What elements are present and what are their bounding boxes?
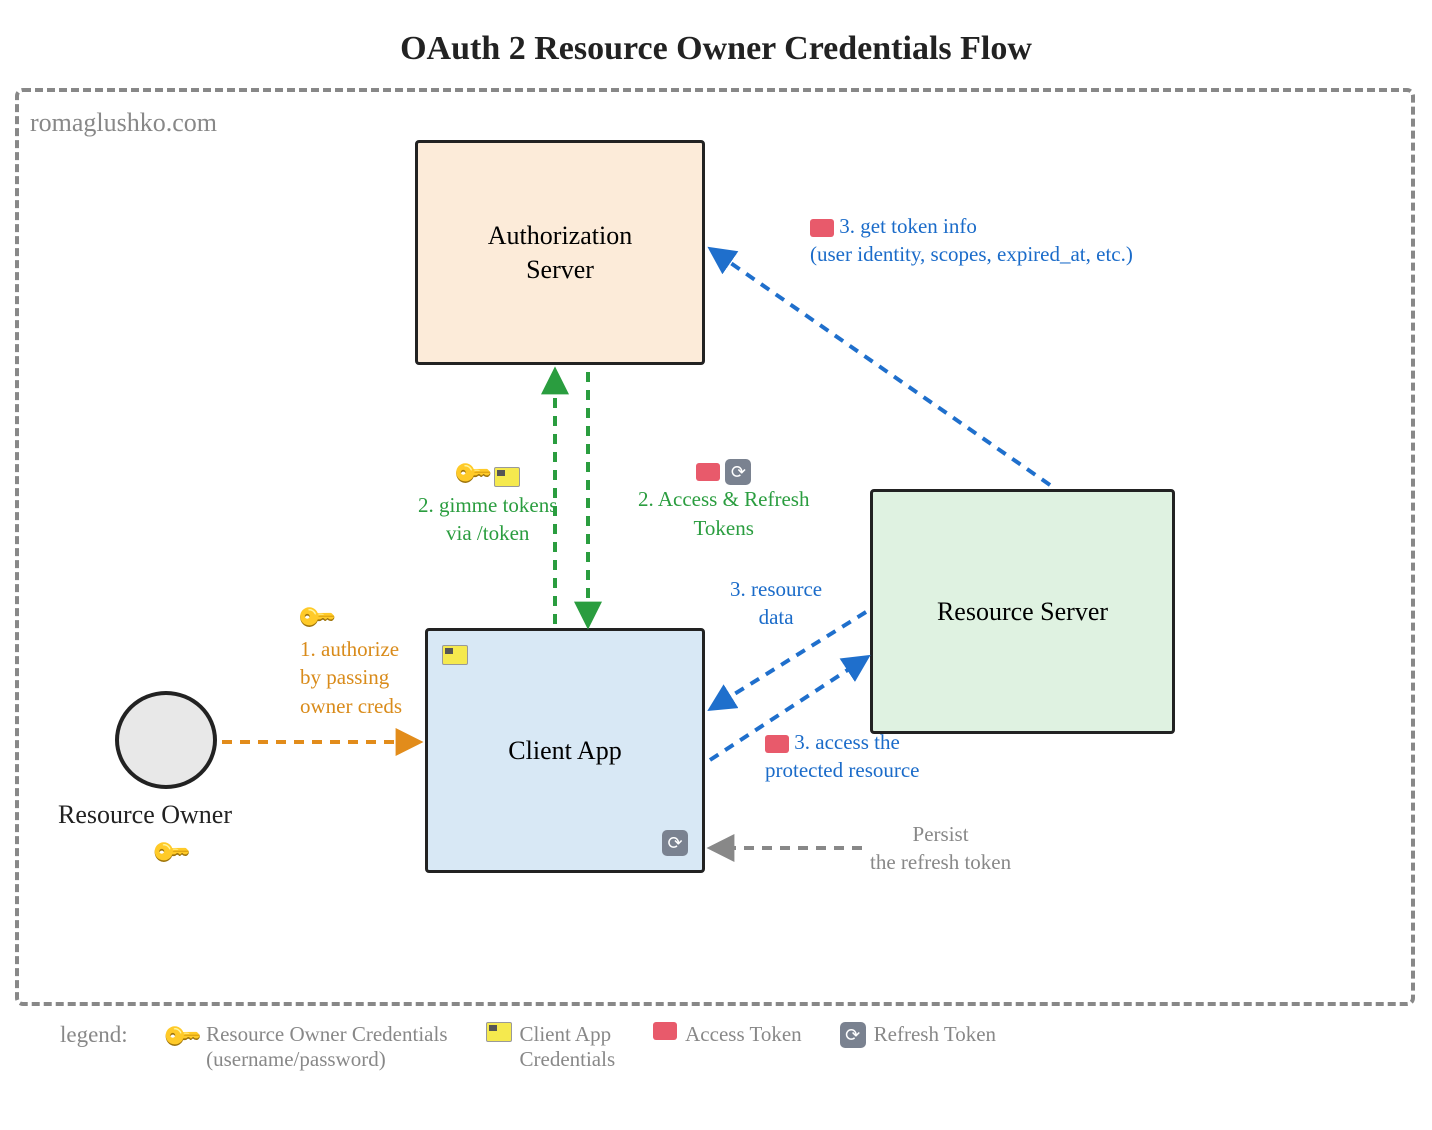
client-creds-icon: [442, 645, 468, 665]
client-creds-icon: [486, 1022, 512, 1042]
step-2b-label: ⟳ 2. Access & RefreshTokens: [638, 456, 809, 542]
step-2b-text: 2. Access & RefreshTokens: [638, 487, 809, 539]
persist-text: Persistthe refresh token: [870, 822, 1011, 874]
key-icon: 🔑: [160, 1015, 204, 1059]
refresh-token-icon: ⟳: [725, 459, 751, 485]
step-3a-label: 3. get token info(user identity, scopes,…: [810, 212, 1133, 269]
legend-access-token-text: Access Token: [685, 1022, 802, 1047]
legend-owner-creds: 🔑 Resource Owner Credentials(username/pa…: [166, 1022, 448, 1072]
refresh-token-icon: ⟳: [840, 1022, 866, 1048]
access-token-icon: [653, 1022, 677, 1040]
legend-refresh-token-text: Refresh Token: [874, 1022, 996, 1047]
step-3c-label: 3. access theprotected resource: [765, 728, 920, 785]
step-2a-label: 🔑 2. gimme tokensvia /token: [418, 456, 557, 548]
diagram-boundary: [15, 88, 1415, 1006]
step-1-text: 1. authorizeby passingowner creds: [300, 637, 402, 718]
client-app-box: Client App ⟳: [425, 628, 705, 873]
resource-owner-circle: [115, 691, 217, 789]
watermark-text: romaglushko.com: [30, 108, 217, 138]
authorization-server-label: AuthorizationServer: [488, 219, 632, 287]
client-creds-icon: [494, 467, 520, 487]
resource-server-box: Resource Server: [870, 489, 1175, 734]
key-icon: 🔑: [448, 450, 496, 498]
step-3a-text: 3. get token info(user identity, scopes,…: [810, 214, 1133, 266]
step-2a-text: 2. gimme tokensvia /token: [418, 493, 557, 545]
client-app-label: Client App: [508, 734, 621, 768]
step-1-label: 🔑 1. authorizeby passingowner creds: [300, 600, 402, 720]
access-token-icon: [696, 463, 720, 481]
persist-label: Persistthe refresh token: [870, 820, 1011, 877]
authorization-server-box: AuthorizationServer: [415, 140, 705, 365]
access-token-icon: [810, 219, 834, 237]
resource-owner-label: Resource Owner: [58, 800, 232, 830]
legend-owner-creds-text: Resource Owner Credentials(username/pass…: [206, 1022, 447, 1072]
resource-server-label: Resource Server: [937, 595, 1108, 629]
legend-title: legend:: [60, 1022, 128, 1048]
diagram-title: OAuth 2 Resource Owner Credentials Flow: [0, 30, 1432, 68]
step-3b-label: 3. resourcedata: [730, 575, 822, 632]
access-token-icon: [765, 735, 789, 753]
refresh-token-icon: ⟳: [662, 830, 688, 856]
step-3b-text: 3. resourcedata: [730, 577, 822, 629]
legend-client-creds: Client AppCredentials: [486, 1022, 616, 1072]
legend-row: legend: 🔑 Resource Owner Credentials(use…: [60, 1022, 996, 1072]
legend-refresh-token: ⟳ Refresh Token: [840, 1022, 996, 1048]
key-icon: 🔑: [292, 594, 340, 642]
legend-access-token: Access Token: [653, 1022, 802, 1047]
legend-client-creds-text: Client AppCredentials: [520, 1022, 616, 1072]
